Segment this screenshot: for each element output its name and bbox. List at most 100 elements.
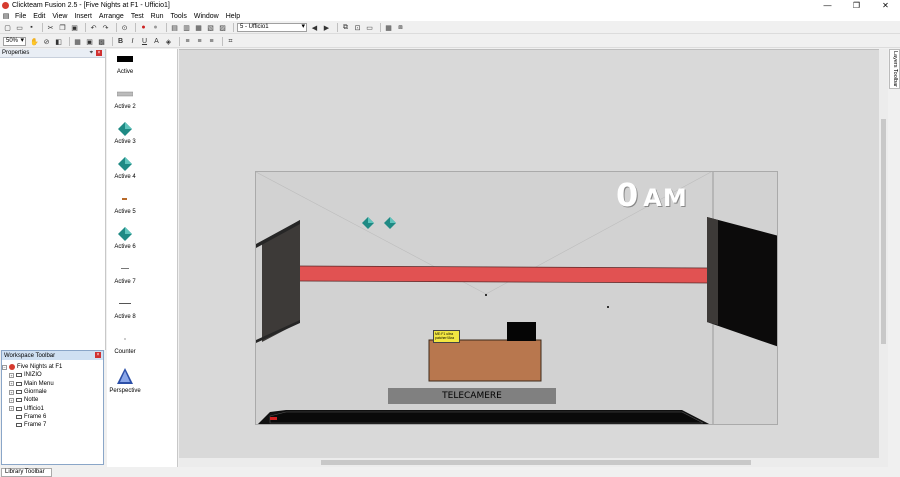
frame-editor-icon[interactable]: ▥ [182,23,191,32]
tree-root[interactable]: − Five Nights at F1 [2,363,103,371]
run-application-icon[interactable]: ● [139,23,148,32]
object-label: Active 2 [114,104,136,110]
align-center-icon[interactable]: ≡ [195,37,204,46]
expand-icon[interactable]: + [9,372,14,378]
menu-arrange[interactable]: Arrange [99,13,124,20]
tool-a-icon[interactable]: ⧉ [341,23,350,32]
new-icon[interactable]: ▢ [3,23,12,32]
document-icon[interactable]: ▤ [2,12,10,20]
pin-icon[interactable]: ⌖ [90,50,93,57]
close-icon[interactable]: × [95,352,101,358]
undo-icon[interactable]: ↶ [89,23,98,32]
menu-edit[interactable]: Edit [33,13,45,20]
menu-tools[interactable]: Tools [171,13,187,20]
event-editor-icon[interactable]: ▦ [194,23,203,32]
object-item[interactable]: Active 4 [107,157,143,180]
tool-e-icon[interactable]: ⧈ [396,23,405,32]
hand-icon[interactable]: ✋ [30,37,39,46]
expand-icon[interactable]: + [9,406,14,412]
frame-selector[interactable]: 5 - Ufficio1 [237,23,307,32]
tree-item[interactable]: + Giornale [2,388,103,396]
tool-c-icon[interactable]: ▭ [365,23,374,32]
fill-color-icon[interactable]: ◈ [164,37,173,46]
lock-icon[interactable]: ⊘ [42,37,51,46]
library-toolbar-tab[interactable]: Library Toolbar [1,468,52,477]
vertical-scrollbar[interactable] [879,49,888,460]
object-item[interactable]: Active 3 [107,122,143,145]
object-item[interactable]: Perspective [107,368,143,394]
cut-icon[interactable]: ✂ [46,23,55,32]
title-bar: Clickteam Fusion 2.5 - [Five Nights at F… [0,0,900,11]
close-button[interactable]: ✕ [871,0,900,11]
toolbar-separator [233,23,234,32]
tree-item[interactable]: + INIZIO [2,371,103,379]
camera-button[interactable]: TELECAMERE [388,388,556,404]
scrollbar-thumb[interactable] [321,460,751,465]
underline-button[interactable]: U [140,37,149,46]
properties-panel: Properties ⌖ × [0,49,106,350]
object-item[interactable]: Active 5 [107,193,143,215]
object-thumbnail [107,157,143,171]
align-right-icon[interactable]: ≡ [207,37,216,46]
horizontal-scrollbar[interactable] [179,458,888,467]
menu-insert[interactable]: Insert [74,13,92,20]
menu-help[interactable]: Help [226,13,240,20]
menu-test[interactable]: Test [131,13,144,20]
run-frame-icon[interactable]: ● [151,23,160,32]
minimize-button[interactable]: — [813,0,842,11]
layers-toolbar-tab[interactable]: Layers Toolbar [889,49,900,89]
data-elements-icon[interactable]: ▨ [218,23,227,32]
tree-item[interactable]: + Ufficio1 [2,404,103,412]
close-icon[interactable]: × [96,50,102,56]
menu-view[interactable]: View [52,13,67,20]
expand-icon[interactable]: + [9,381,14,387]
object-list: Active Active 2 Active 3 Active 4 Active… [107,49,178,467]
frame-icon [16,398,22,403]
object-item[interactable]: Counter [107,333,143,355]
zoom-selector[interactable]: 50% [3,37,26,46]
collapse-icon[interactable]: − [2,364,7,370]
menu-run[interactable]: Run [151,13,164,20]
layer-icon[interactable]: ◧ [54,37,63,46]
italic-button[interactable]: I [128,37,137,46]
redo-icon[interactable]: ↷ [101,23,110,32]
snap-icon[interactable]: ▣ [85,37,94,46]
grid-icon[interactable]: ▦ [73,37,82,46]
text-color-icon[interactable]: A [152,37,161,46]
object-item[interactable]: Active [107,53,143,75]
previous-frame-icon[interactable]: ◀ [310,23,319,32]
expand-icon[interactable]: + [9,389,14,395]
object-item[interactable]: Active 7 [107,263,143,285]
expand-icon[interactable]: + [9,397,14,403]
tool-d-icon[interactable]: ▦ [384,23,393,32]
object-item[interactable]: Active 6 [107,227,143,250]
bounds-icon[interactable]: ▩ [97,37,106,46]
diamond-icon [384,217,396,229]
menu-window[interactable]: Window [194,13,219,20]
crop-icon[interactable]: ⌗ [226,37,235,46]
tree-item[interactable]: + Notte [2,396,103,404]
tree-item-label: Frame 7 [24,422,47,429]
event-list-icon[interactable]: ▧ [206,23,215,32]
copy-icon[interactable]: ❐ [58,23,67,32]
object-item[interactable]: Active 8 [107,298,143,320]
paste-icon[interactable]: ▣ [70,23,79,32]
save-icon[interactable]: ▪ [27,23,36,32]
scrollbar-thumb[interactable] [881,119,886,344]
align-left-icon[interactable]: ≡ [183,37,192,46]
object-item[interactable]: Active 2 [107,88,143,110]
next-frame-icon[interactable]: ▶ [322,23,331,32]
tree-item[interactable]: Frame 7 [2,421,103,429]
storyboard-icon[interactable]: ▤ [170,23,179,32]
tree-item[interactable]: + Main Menu [2,380,103,388]
maximize-button[interactable]: ❐ [842,0,871,11]
menu-file[interactable]: File [15,13,26,20]
bold-button[interactable]: B [116,37,125,46]
diamond-icon [362,217,374,229]
object-thumbnail [107,88,143,100]
main-toolbar: ▢ ▭ ▪ ✂ ❐ ▣ ↶ ↷ ⊙ ● ● ▤ ▥ ▦ ▧ ▨ 5 - Uffi… [0,22,900,34]
tool-b-icon[interactable]: ⊡ [353,23,362,32]
find-icon[interactable]: ⊙ [120,23,129,32]
open-icon[interactable]: ▭ [15,23,24,32]
tree-item[interactable]: Frame 6 [2,413,103,421]
